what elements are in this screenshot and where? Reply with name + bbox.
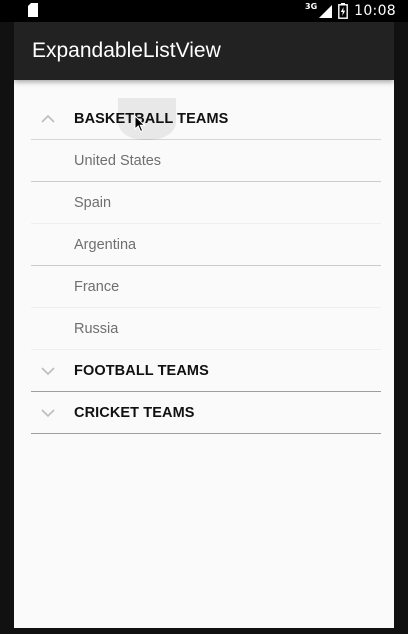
clock: 10:08 bbox=[354, 3, 396, 19]
chevron-down-icon[interactable] bbox=[41, 406, 55, 420]
touch-ripple bbox=[118, 98, 176, 140]
app-screen: ExpandableListView BASKETBALL TEAMS Unit… bbox=[14, 22, 394, 628]
group-label: CRICKET TEAMS bbox=[74, 404, 195, 421]
child-item-argentina[interactable]: Argentina bbox=[31, 224, 381, 266]
child-label: Argentina bbox=[74, 236, 137, 253]
child-item-spain[interactable]: Spain bbox=[31, 182, 381, 224]
app-bar: ExpandableListView bbox=[14, 22, 394, 80]
battery-icon bbox=[338, 3, 349, 19]
status-bar: 3G 10:08 bbox=[0, 0, 408, 22]
network-type: 3G bbox=[305, 1, 318, 11]
device-frame: 3G 10:08 ExpandableListView BASKETBALL T… bbox=[0, 0, 408, 634]
mouse-cursor-icon bbox=[134, 115, 146, 133]
chevron-up-icon[interactable] bbox=[41, 112, 55, 126]
child-item-united-states[interactable]: United States bbox=[31, 140, 381, 182]
chevron-down-icon[interactable] bbox=[41, 364, 55, 378]
child-label: United States bbox=[74, 152, 162, 169]
signal-icon bbox=[319, 4, 333, 18]
group-label: FOOTBALL TEAMS bbox=[74, 362, 209, 379]
child-item-france[interactable]: France bbox=[31, 266, 381, 308]
app-title: ExpandableListView bbox=[32, 39, 221, 62]
child-item-russia[interactable]: Russia bbox=[31, 308, 381, 350]
child-label: Spain bbox=[74, 194, 112, 211]
child-label: France bbox=[74, 278, 120, 295]
expandable-list: BASKETBALL TEAMS United States Spain Arg… bbox=[31, 98, 381, 434]
sd-card-icon bbox=[28, 3, 38, 17]
status-icons: 3G 10:08 bbox=[305, 0, 396, 22]
group-basketball-teams[interactable]: BASKETBALL TEAMS bbox=[31, 98, 381, 140]
group-cricket-teams[interactable]: CRICKET TEAMS bbox=[31, 392, 381, 434]
child-label: Russia bbox=[74, 320, 119, 337]
group-football-teams[interactable]: FOOTBALL TEAMS bbox=[31, 350, 381, 392]
